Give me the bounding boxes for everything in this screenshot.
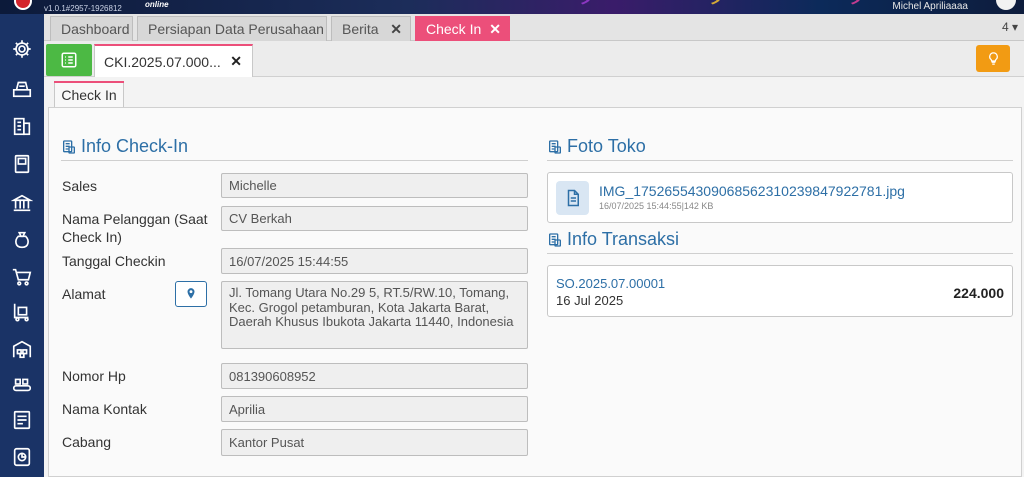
tab-check-in[interactable]: Check In ✕ (415, 16, 510, 41)
list-icon (61, 52, 77, 68)
tab-label: Check In (426, 21, 482, 37)
file-meta: 16/07/2025 15:44:55|142 KB (599, 201, 714, 211)
nama-pelanggan-field[interactable]: CV Berkah (221, 206, 528, 231)
section-foto-toko: Foto Toko (547, 136, 646, 157)
cashier-icon[interactable] (11, 77, 33, 99)
close-icon[interactable]: ✕ (230, 53, 242, 70)
sidebar (0, 14, 44, 477)
section-title: Info Check-In (81, 136, 189, 156)
book-icon[interactable] (11, 153, 33, 175)
divider (61, 160, 528, 161)
tab-dashboard[interactable]: Dashboard (50, 16, 133, 41)
file-name-link[interactable]: IMG_17526554309068562310239847922781.jpg (599, 183, 905, 199)
cart-icon[interactable] (11, 266, 33, 288)
document-tab[interactable]: CKI.2025.07.000... ✕ (94, 44, 253, 77)
banner-swirl (700, 0, 860, 12)
inner-tab-label: Check In (61, 86, 117, 103)
settings-icon[interactable] (11, 38, 33, 60)
document-bar: CKI.2025.07.000... ✕ (44, 41, 1024, 77)
document-tab-label: CKI.2025.07.000... (104, 54, 221, 70)
list-button[interactable] (46, 44, 92, 76)
tab-berita[interactable]: Berita ✕ (331, 16, 411, 41)
tanggal-checkin-field[interactable]: 16/07/2025 15:44:55 (221, 248, 528, 274)
alamat-textarea[interactable]: Jl. Tomang Utara No.29 5, RT.5/RW.10, To… (221, 281, 528, 349)
tab-label: Persiapan Data Perusahaan (148, 21, 324, 37)
app-version: v1.0.1#2957-1926812 (44, 4, 122, 13)
transaction-amount: 224.000 (953, 285, 1004, 301)
main-content: Check In Info Check-In Sales Michelle Na… (44, 77, 1024, 477)
document-icon (549, 232, 561, 247)
hint-button[interactable] (976, 45, 1010, 72)
label-tanggal-checkin: Tanggal Checkin (62, 253, 166, 269)
user-name[interactable]: Michel Apriliaaaa (892, 1, 968, 12)
cabang-field[interactable]: Kantor Pusat (221, 429, 528, 456)
section-title: Foto Toko (567, 136, 646, 156)
alamat-line: Daerah Khusus Ibukota Jakarta 11440, Ind… (229, 314, 514, 329)
form-panel: Info Check-In Sales Michelle Nama Pelang… (48, 107, 1022, 477)
section-title: Info Transaksi (567, 229, 680, 249)
sales-field[interactable]: Michelle (221, 173, 528, 198)
close-icon[interactable]: ✕ (390, 21, 402, 38)
alamat-line: Kec. Grogol petamburan, Kota Jakarta Bar… (229, 299, 490, 315)
tab-label: Berita (342, 21, 379, 37)
divider (547, 253, 1013, 254)
avatar[interactable] (996, 0, 1016, 10)
banner-swirl (560, 0, 720, 12)
section-info-transaksi: Info Transaksi (547, 229, 679, 250)
file-icon (556, 181, 589, 215)
tab-overflow-menu[interactable]: 4 ▾ (1002, 20, 1018, 34)
report-icon[interactable] (11, 446, 33, 468)
tax-icon[interactable] (11, 409, 33, 431)
label-alamat: Alamat (62, 286, 106, 302)
app-edition: online (145, 0, 169, 9)
transaction-number-link[interactable]: SO.2025.07.00001 (556, 276, 665, 291)
file-document-icon (567, 189, 579, 207)
close-icon[interactable]: ✕ (489, 21, 501, 38)
document-icon (63, 139, 75, 154)
transaction-card[interactable]: SO.2025.07.00001 16 Jul 2025 224.000 (547, 265, 1013, 317)
label-nama-kontak: Nama Kontak (62, 401, 147, 417)
map-pin-icon (187, 288, 195, 299)
section-info-checkin: Info Check-In (61, 136, 188, 157)
transaction-date: 16 Jul 2025 (556, 293, 624, 308)
tab-persiapan-data[interactable]: Persiapan Data Perusahaan (137, 16, 327, 41)
warehouse-icon[interactable] (11, 338, 33, 360)
top-banner: v1.0.1#2957-1926812 online Michel Aprili… (0, 0, 1024, 14)
building-icon[interactable] (11, 115, 33, 137)
trolley-icon[interactable] (11, 301, 33, 323)
divider (547, 160, 1013, 161)
map-location-button[interactable] (175, 281, 207, 307)
label-nama-pelanggan: Nama Pelanggan (Saat Check In) (62, 210, 208, 246)
app-logo[interactable] (14, 0, 32, 10)
label-line: Check In) (62, 229, 122, 245)
photo-attachment-card[interactable]: IMG_17526554309068562310239847922781.jpg… (547, 172, 1013, 223)
label-line: Nama Pelanggan (Saat (62, 211, 208, 227)
lightbulb-icon (988, 52, 998, 65)
conveyor-icon[interactable] (11, 373, 33, 395)
nama-kontak-field[interactable]: Aprilia (221, 396, 528, 422)
money-bag-icon[interactable] (11, 229, 33, 251)
label-nomor-hp: Nomor Hp (62, 368, 126, 384)
tab-label: Dashboard (61, 21, 130, 37)
label-cabang: Cabang (62, 434, 112, 450)
alamat-line: Jl. Tomang Utara No.29 5, RT.5/RW.10, To… (229, 285, 510, 300)
tab-check-in-form[interactable]: Check In (54, 81, 124, 107)
label-sales: Sales (62, 178, 98, 194)
tab-strip: Dashboard Persiapan Data Perusahaan Beri… (44, 14, 1024, 41)
tab-count-label: 4 (1001, 20, 1009, 34)
bank-icon[interactable] (11, 192, 33, 214)
document-icon (549, 139, 561, 154)
nomor-hp-field[interactable]: 081390608952 (221, 363, 528, 389)
